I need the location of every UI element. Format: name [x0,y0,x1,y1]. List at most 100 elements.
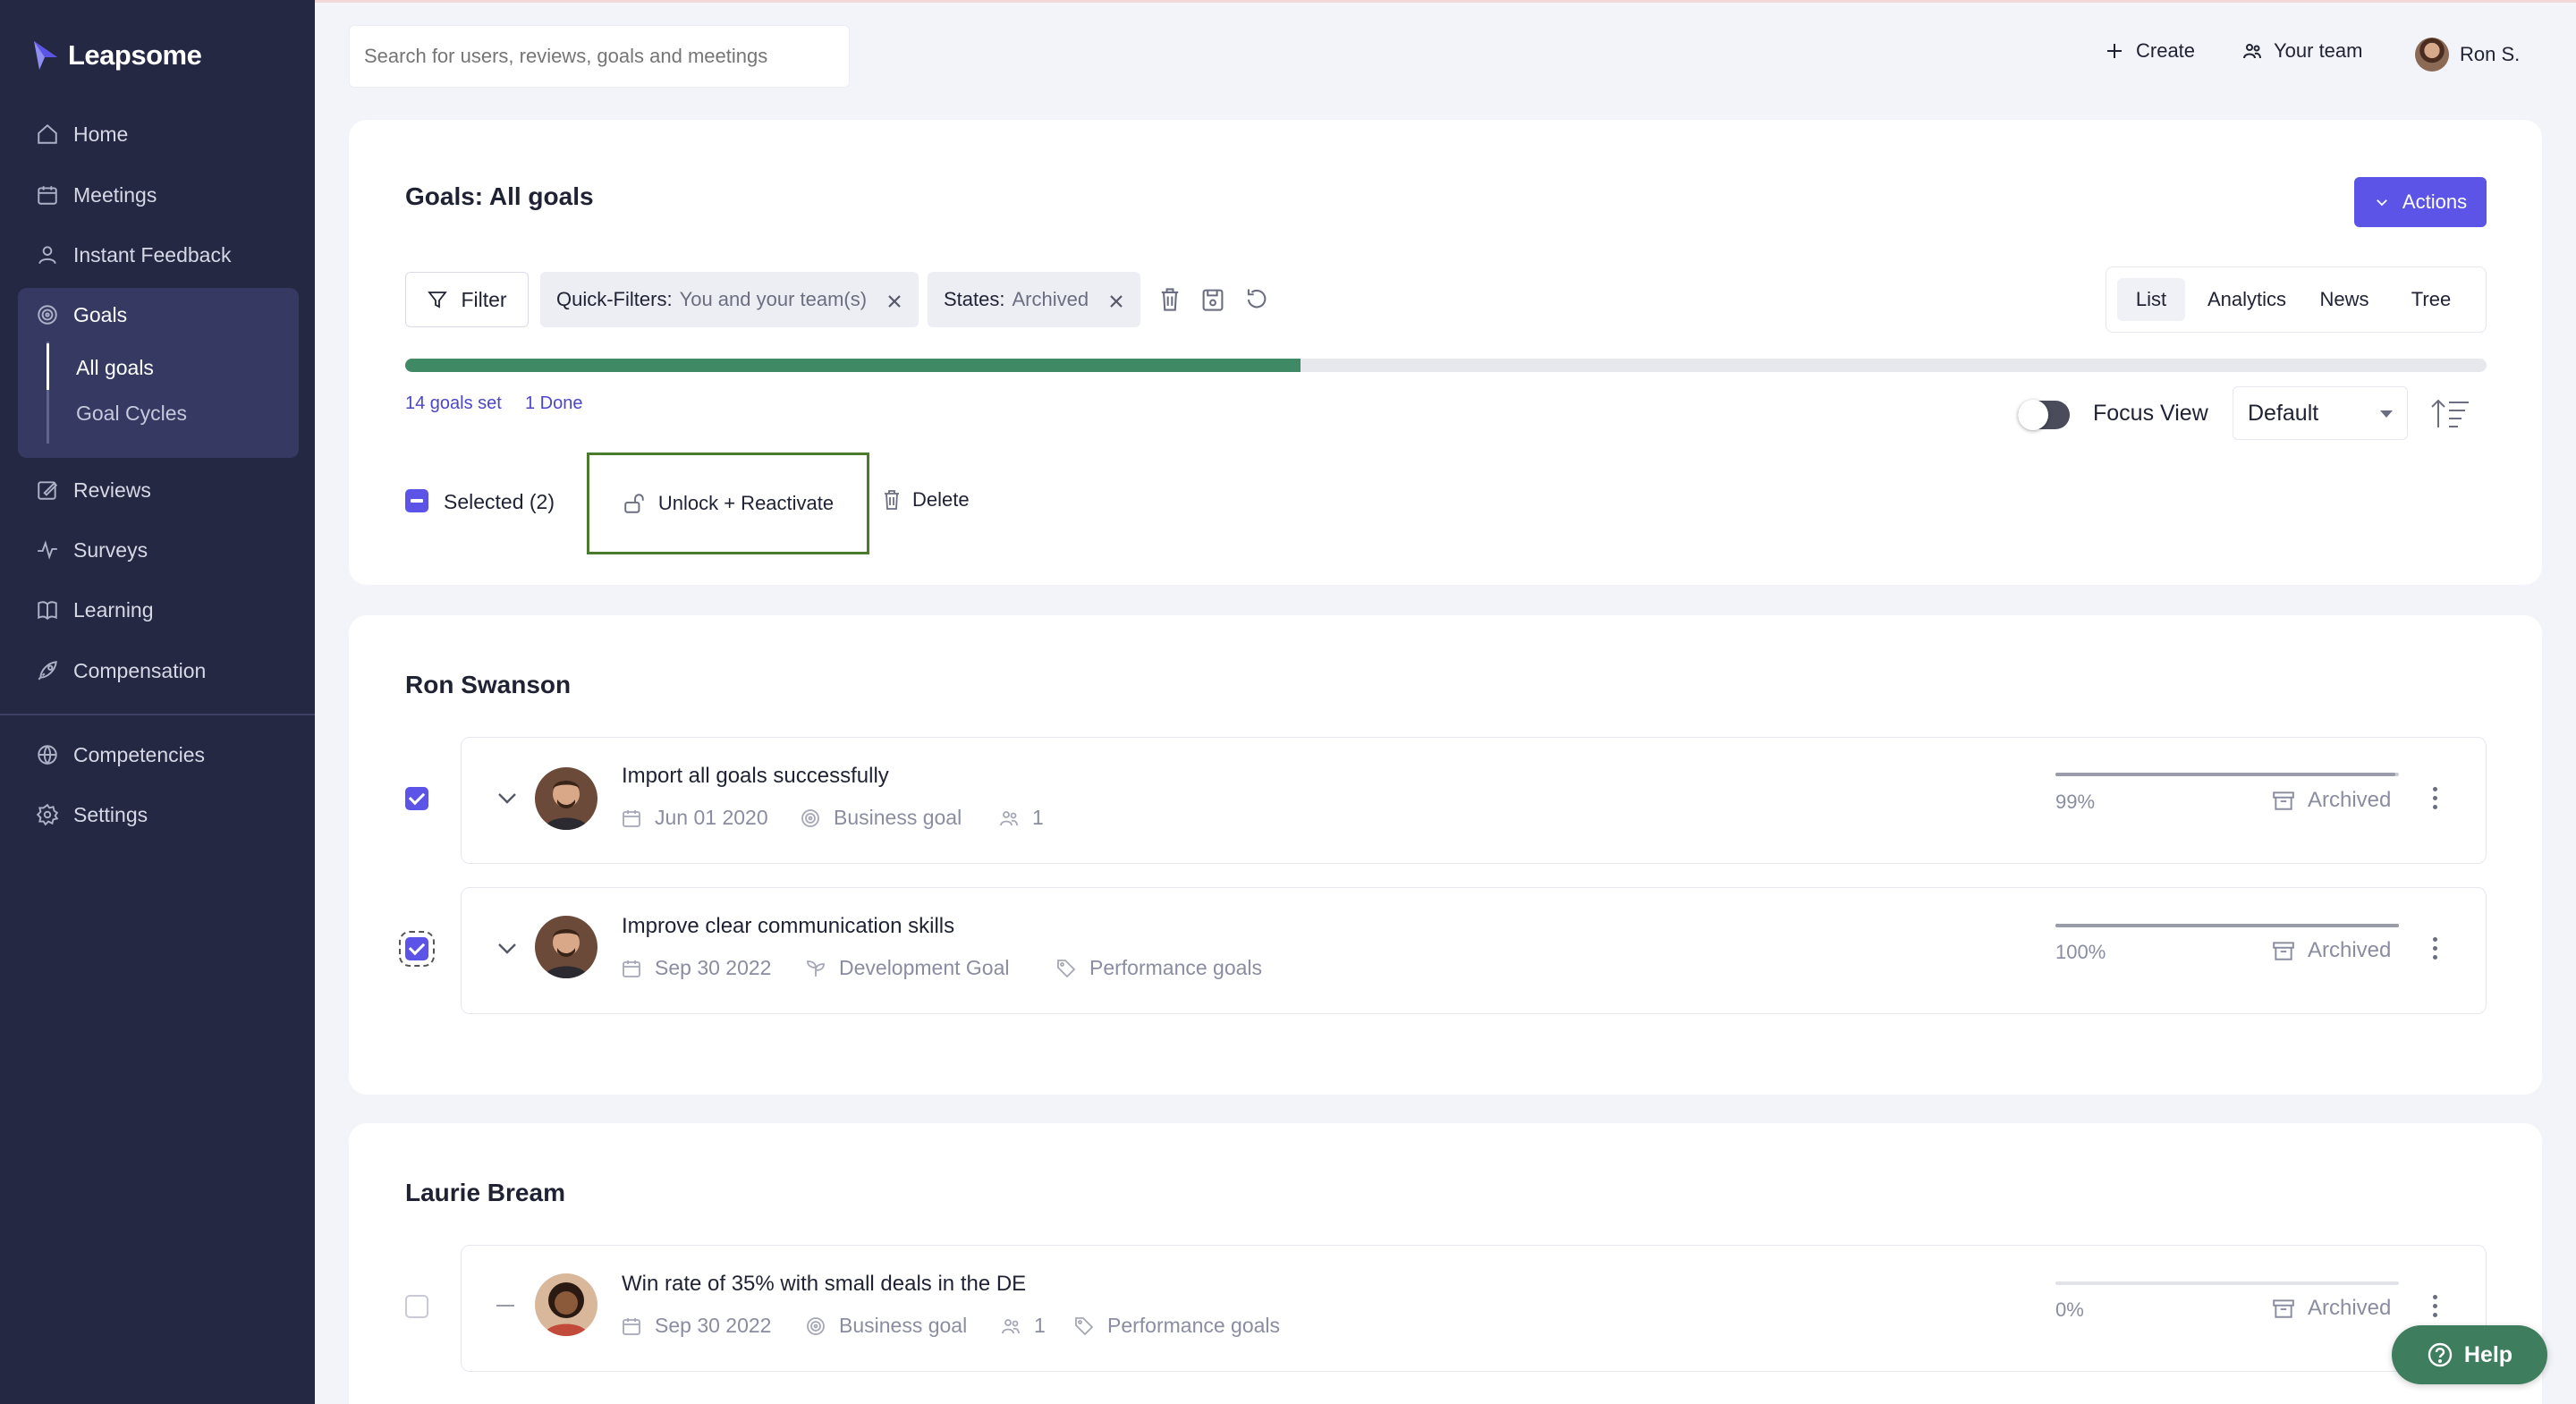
tag-icon [1075,1316,1094,1335]
goal-title[interactable]: Win rate of 35% with small deals in the … [622,1272,1026,1297]
goals-set-link[interactable]: 14 goals set [405,393,502,414]
goal-row[interactable] [461,1245,2487,1372]
done-link[interactable]: 1 Done [525,393,583,414]
goal-row[interactable] [461,887,2487,1014]
focus-view-toggle[interactable] [2018,400,2070,430]
sidebar-subitem-goal-cycles[interactable]: Goal Cycles [76,402,187,426]
tab-tree[interactable]: Tree [2393,278,2470,321]
reset-icon[interactable] [1243,286,1268,313]
tab-news[interactable]: News [2309,278,2380,321]
target-icon [38,305,57,325]
question-icon [2428,1342,2453,1367]
calendar-icon [623,809,640,827]
goal-status: Archived [2272,1296,2391,1321]
sort-order-icon[interactable] [2429,397,2470,431]
filter-chip-quick-filters[interactable]: Quick-Filters: You and your team(s) [540,272,919,327]
chip-key: States: [944,288,1005,310]
unlock-reactivate-button[interactable]: Unlock + Reactivate [587,452,869,554]
home-icon [38,123,57,144]
sidebar-item-label: Instant Feedback [73,242,232,266]
goal-title[interactable]: Import all goals successfully [622,764,889,789]
search-input[interactable] [349,25,850,88]
tab-analytics[interactable]: Analytics [2198,278,2296,321]
trash-icon [885,490,899,510]
close-icon[interactable] [1108,292,1124,308]
sidebar-item-label: Goals [73,302,128,326]
sidebar-item-home[interactable]: Home [36,116,128,152]
goal-progress-percent: 100% [2055,941,2106,963]
chip-value: You and your team(s) [679,288,868,310]
calendar-icon [38,186,57,205]
unlock-icon [624,494,644,513]
help-button[interactable]: Help [2392,1325,2547,1384]
sidebar: Leapsome Home Meetings Instant Feedback … [0,0,315,1404]
sprout-icon [807,960,825,977]
brand-logo[interactable]: Leapsome [32,39,202,72]
team-icon [1002,1318,1020,1333]
filter-chip-states[interactable]: States: Archived [928,272,1141,327]
leapsome-logo-icon [34,41,57,70]
close-icon[interactable] [886,292,902,308]
page-title: Goals: All goals [405,182,594,210]
goal-tag: Performance goals [1055,956,1262,980]
edit-icon [38,481,58,500]
create-label: Create [2136,39,2196,62]
sidebar-item-reviews[interactable]: Reviews [36,472,151,508]
goal-row-checkbox[interactable] [399,931,435,967]
team-icon [1000,810,1018,825]
sidebar-item-label: Surveys [73,537,148,562]
gear-icon [36,803,59,826]
sidebar-item-goals[interactable]: Goals [36,297,127,333]
section-owner-name: Ron Swanson [405,671,572,698]
sidebar-item-surveys[interactable]: Surveys [36,532,148,568]
sort-select[interactable]: Default [2233,386,2408,440]
sidebar-item-compensation[interactable]: Compensation [36,653,206,689]
sidebar-item-label: Learning [73,597,154,622]
sidebar-item-label: Meetings [73,182,157,207]
user-menu[interactable]: Ron S. [2415,38,2520,72]
overall-progress-fill [405,359,1301,372]
chevron-down-icon [2377,199,2387,207]
select-all-checkbox[interactable] [405,489,428,512]
goal-title[interactable]: Improve clear communication skills [622,914,954,939]
sidebar-divider [0,714,315,715]
your-team-button[interactable]: Your team [2241,39,2362,63]
sidebar-item-meetings[interactable]: Meetings [36,177,157,213]
more-options-icon[interactable] [2429,937,2440,962]
chevron-down-icon[interactable] [496,942,518,956]
actions-button[interactable]: Actions [2354,177,2487,227]
more-options-icon[interactable] [2429,1295,2440,1320]
goal-row-checkbox[interactable] [405,1295,428,1318]
sidebar-item-competencies[interactable]: Competencies [36,737,205,773]
sidebar-item-learning[interactable]: Learning [36,592,154,628]
user-name: Ron S. [2460,43,2521,65]
goal-row[interactable] [461,737,2487,864]
filter-icon [428,292,448,309]
pulse-icon [38,540,57,560]
create-button[interactable]: Create [2104,39,2195,63]
archive-icon [2273,942,2294,960]
save-icon[interactable] [1200,286,1225,313]
sidebar-item-label: Reviews [73,478,151,502]
filter-button[interactable]: Filter [405,272,529,327]
more-options-icon[interactable] [2429,787,2440,812]
user-avatar [2415,38,2449,72]
overall-progress-bar [405,359,2487,372]
owner-avatar [535,916,597,978]
goal-status: Archived [2272,788,2391,813]
trash-icon[interactable] [1157,286,1182,313]
sidebar-subitem-all-goals[interactable]: All goals [76,356,154,380]
sort-select-value: Default [2248,400,2319,426]
sidebar-item-instant-feedback[interactable]: Instant Feedback [36,237,231,273]
tab-list[interactable]: List [2117,278,2185,321]
view-tabs: List Analytics News Tree [2106,266,2487,333]
archive-icon [2273,791,2294,810]
chevron-down-icon[interactable] [496,791,518,806]
brand-name: Leapsome [68,39,202,71]
delete-button[interactable]: Delete [882,488,970,512]
goal-tag: Performance goals [1073,1314,1280,1338]
sidebar-item-settings[interactable]: Settings [36,797,148,833]
help-label: Help [2463,1341,2513,1367]
filter-label: Filter [461,287,507,311]
goal-row-checkbox[interactable] [405,787,428,810]
